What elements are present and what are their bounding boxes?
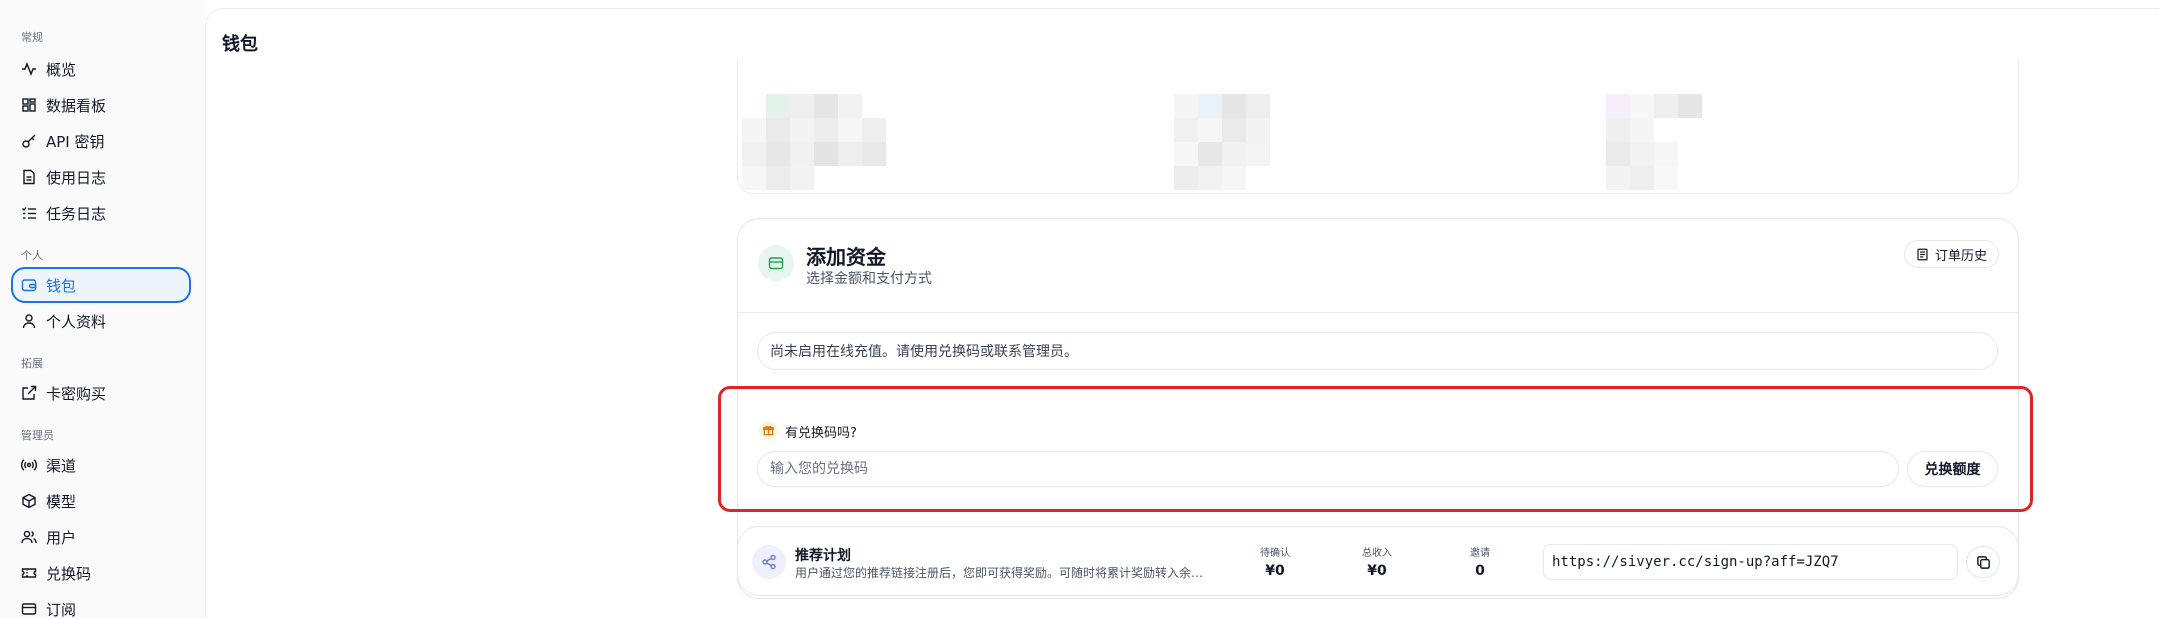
stat-value: ¥0 xyxy=(1265,563,1285,579)
copy-icon xyxy=(1976,555,1990,569)
add-funds-title: 添加资金 xyxy=(806,245,886,269)
receipt-icon xyxy=(1917,248,1928,260)
sidebar-item-wallet[interactable]: 钱包 xyxy=(11,267,191,303)
referral-link-field[interactable]: https://sivyer.cc/sign-up?aff=JZQ7 xyxy=(1543,544,1958,580)
sidebar-item-users[interactable]: 用户 xyxy=(11,519,191,555)
payment-options-card xyxy=(737,60,2019,194)
order-history-label: 订单历史 xyxy=(1934,248,1987,264)
sidebar-item-label: 兑换码 xyxy=(46,564,92,583)
section-label-admin: 管理员 xyxy=(21,429,54,442)
sidebar-item-profile[interactable]: 个人资料 xyxy=(11,303,191,339)
ticket-icon xyxy=(21,565,37,581)
sidebar-item-subscriptions[interactable]: 订阅 xyxy=(11,591,191,619)
user-icon xyxy=(21,313,37,329)
sidebar-item-channels[interactable]: 渠道 xyxy=(11,447,191,483)
stat-label: 邀请 xyxy=(1470,548,1490,559)
sidebar-item-label: 使用日志 xyxy=(46,168,107,187)
sidebar-item-card-purchase[interactable]: 卡密购买 xyxy=(11,375,191,411)
stat-value: 0 xyxy=(1475,563,1485,579)
external-link-icon xyxy=(21,385,37,401)
redeem-button[interactable]: 兑换额度 xyxy=(1907,451,1998,487)
activity-icon xyxy=(21,61,37,77)
broadcast-icon xyxy=(21,457,37,473)
sidebar-item-label: 钱包 xyxy=(46,276,77,295)
sidebar-item-dashboard[interactable]: 数据看板 xyxy=(11,87,191,123)
sidebar-item-label: API 密钥 xyxy=(46,132,105,151)
section-label-general: 常规 xyxy=(21,31,43,44)
sidebar-item-models[interactable]: 模型 xyxy=(11,483,191,519)
section-label-personal: 个人 xyxy=(21,249,43,262)
online-topup-notice: 尚未启用在线充值。请使用兑换码或联系管理员。 xyxy=(757,332,1998,370)
order-history-button[interactable]: 订单历史 xyxy=(1904,240,1999,268)
referral-title: 推荐计划 xyxy=(795,548,851,564)
card-divider xyxy=(738,312,2018,313)
stat-label: 总收入 xyxy=(1362,548,1392,559)
stat-pending: 待确认 ¥0 xyxy=(1245,544,1305,579)
sidebar-item-task-log[interactable]: 任务日志 xyxy=(11,195,191,231)
sidebar-item-label: 数据看板 xyxy=(46,96,107,115)
stat-label: 待确认 xyxy=(1260,548,1290,559)
sidebar-item-label: 用户 xyxy=(46,528,77,547)
section-label-extensions: 拓展 xyxy=(21,357,43,370)
sidebar-item-label: 任务日志 xyxy=(46,204,107,223)
wallet-icon xyxy=(21,277,37,293)
sidebar-item-label: 卡密购买 xyxy=(46,384,107,403)
stat-total-income: 总收入 ¥0 xyxy=(1347,544,1407,579)
sidebar-item-label: 个人资料 xyxy=(46,312,107,331)
key-icon xyxy=(21,133,37,149)
redeem-highlight-frame xyxy=(718,386,2033,512)
task-list-icon xyxy=(21,205,37,221)
share-icon xyxy=(752,545,786,579)
sidebar-item-overview[interactable]: 概览 xyxy=(11,51,191,87)
dashboard-icon xyxy=(21,97,37,113)
cube-icon xyxy=(21,493,37,509)
sidebar-item-api-keys[interactable]: API 密钥 xyxy=(11,123,191,159)
redeem-question: 有兑换码吗? xyxy=(785,426,857,441)
copy-link-button[interactable] xyxy=(1966,546,2000,578)
stat-value: ¥0 xyxy=(1367,563,1387,579)
card-icon xyxy=(21,601,37,617)
wallet-icon xyxy=(758,245,794,281)
sidebar-item-label: 渠道 xyxy=(46,456,77,475)
sidebar-item-label: 模型 xyxy=(46,492,77,511)
stat-invites: 邀请 0 xyxy=(1450,544,1510,579)
sidebar: 常规 概览 数据看板 API 密钥 使用日志 任务日志 个人 钱包 个人资料 拓… xyxy=(0,0,204,619)
gift-icon xyxy=(759,421,777,439)
referral-description: 用户通过您的推荐链接注册后，您即可获得奖励。可随时将累计奖励转入余… xyxy=(795,566,1204,580)
sidebar-item-label: 概览 xyxy=(46,60,77,79)
redeem-code-input[interactable] xyxy=(757,451,1899,487)
page-title: 钱包 xyxy=(222,34,258,55)
sidebar-item-usage-log[interactable]: 使用日志 xyxy=(11,159,191,195)
sidebar-item-label: 订阅 xyxy=(46,600,77,619)
add-funds-subtitle: 选择金额和支付方式 xyxy=(806,271,932,287)
document-icon xyxy=(21,169,37,185)
users-icon xyxy=(21,529,37,545)
sidebar-item-redeem-codes[interactable]: 兑换码 xyxy=(11,555,191,591)
